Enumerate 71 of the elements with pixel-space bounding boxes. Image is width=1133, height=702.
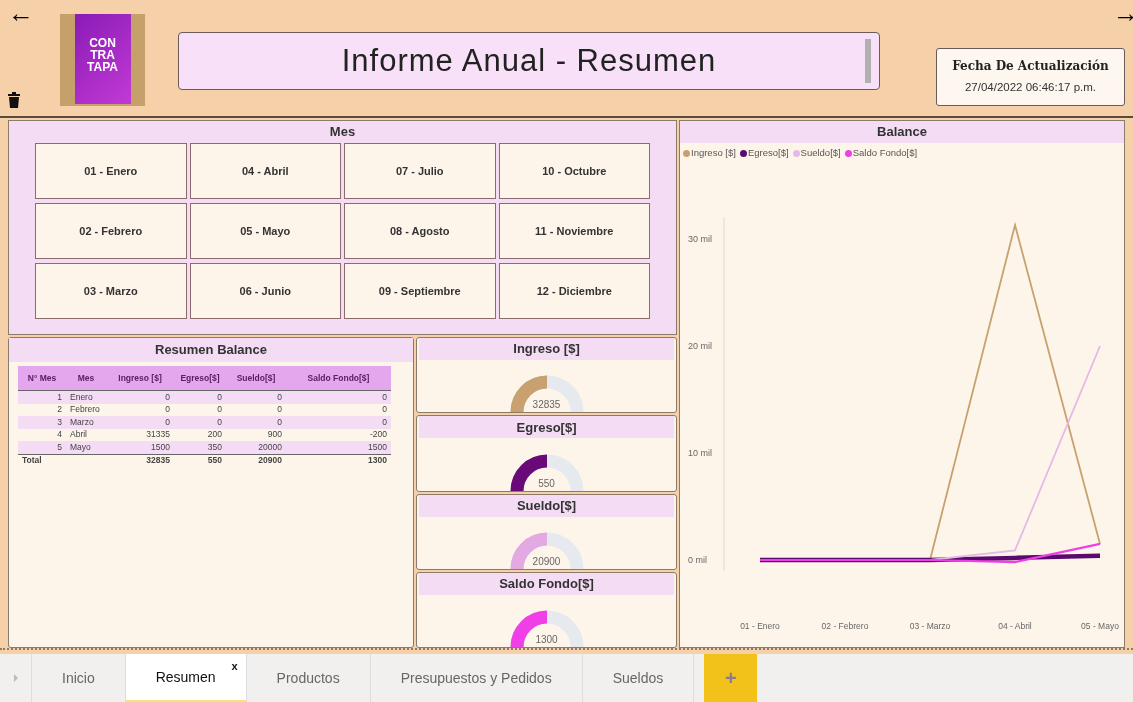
table-cell: 31335: [146, 429, 170, 440]
logo-text: CON: [89, 37, 116, 49]
axis-label: 20 mil: [688, 341, 712, 351]
axis-label: 01 - Enero: [740, 621, 780, 631]
table-cell: 0: [165, 404, 170, 415]
column-header: Ingreso [$]: [117, 371, 163, 385]
logo-text: TRA: [90, 49, 115, 61]
column-header: Mes: [76, 371, 96, 385]
table-cell: 0: [277, 416, 282, 427]
table-cell: -200: [370, 429, 387, 440]
date-label: Fecha De Actualización: [952, 58, 1109, 76]
page-title: Informe Anual - Resumen: [341, 41, 717, 80]
table-cell: 20000: [258, 441, 282, 452]
table-cell: 1300: [368, 454, 387, 465]
table-cell: 0: [165, 416, 170, 427]
table-cell: 0: [277, 391, 282, 402]
table-cell: Febrero: [70, 404, 100, 415]
table-cell: Enero: [70, 391, 93, 402]
axis-label: 30 mil: [688, 234, 712, 244]
table-cell: 32835: [146, 454, 170, 465]
axis-label: 05 - Mayo: [1081, 621, 1119, 631]
axis-label: 04 - Abril: [998, 621, 1032, 631]
table-cell: 5: [57, 441, 62, 452]
table-cell: 0: [382, 391, 387, 402]
axis-label: 10 mil: [688, 448, 712, 458]
table-cell: 0: [165, 391, 170, 402]
table-cell: 0: [217, 404, 222, 415]
table-cell: 0: [217, 416, 222, 427]
table-cell: 200: [207, 429, 222, 440]
table-cell: 20900: [258, 454, 282, 465]
gauge-title: Ingreso [$]: [419, 338, 674, 360]
legend-label: Sueldo[$]: [800, 145, 841, 160]
table-cell: 3: [57, 416, 62, 427]
gauge-value: 32835: [532, 398, 561, 413]
table-cell: 350: [207, 441, 222, 452]
legend-label: Saldo Fondo[$]: [852, 145, 918, 160]
gauge-title: Egreso[$]: [419, 416, 674, 439]
date-value: 27/04/2022 06:46:17 p.m.: [964, 80, 1097, 96]
table-cell: 0: [382, 416, 387, 427]
axis-label: 0 mil: [688, 555, 707, 565]
column-header: N° Mes: [26, 371, 58, 385]
table-cell: 1500: [151, 441, 170, 452]
table-cell: 0: [217, 391, 222, 402]
table-cell: Marzo: [70, 416, 94, 427]
gauge-value: 1300: [535, 633, 558, 647]
legend-label: Ingreso [$]: [691, 145, 736, 160]
column-header: Sueldo[$]: [235, 371, 277, 385]
section-title: Mes: [328, 123, 357, 142]
table-cell: Abril: [70, 429, 87, 440]
axis-label: 03 - Marzo: [909, 621, 951, 631]
table-cell: Mayo: [70, 441, 91, 452]
logo-text: TAPA: [87, 61, 118, 73]
table-cell: 0: [382, 404, 387, 415]
column-header: Egreso[$]: [179, 371, 221, 385]
table-cell: 900: [267, 429, 282, 440]
chart-title: Balance: [680, 121, 1124, 143]
section-title: Resumen Balance: [9, 338, 413, 362]
gauge-title: Saldo Fondo[$]: [419, 572, 674, 595]
table-cell: 1500: [368, 441, 387, 452]
legend-label: Egreso[$]: [747, 145, 789, 160]
axis-label: 02 - Febrero: [821, 621, 869, 631]
table-cell: 1: [57, 391, 62, 402]
table-cell: 0: [277, 404, 282, 415]
column-header: Saldo Fondo[$]: [306, 371, 371, 385]
table-cell: 2: [57, 404, 62, 415]
table-cell: 550: [207, 454, 222, 465]
gauge-title: Sueldo[$]: [419, 494, 674, 517]
table-cell: Total: [22, 454, 42, 465]
gauge-value: 20900: [532, 554, 561, 569]
gauge-value: 550: [538, 476, 555, 491]
table-cell: 4: [57, 429, 62, 440]
